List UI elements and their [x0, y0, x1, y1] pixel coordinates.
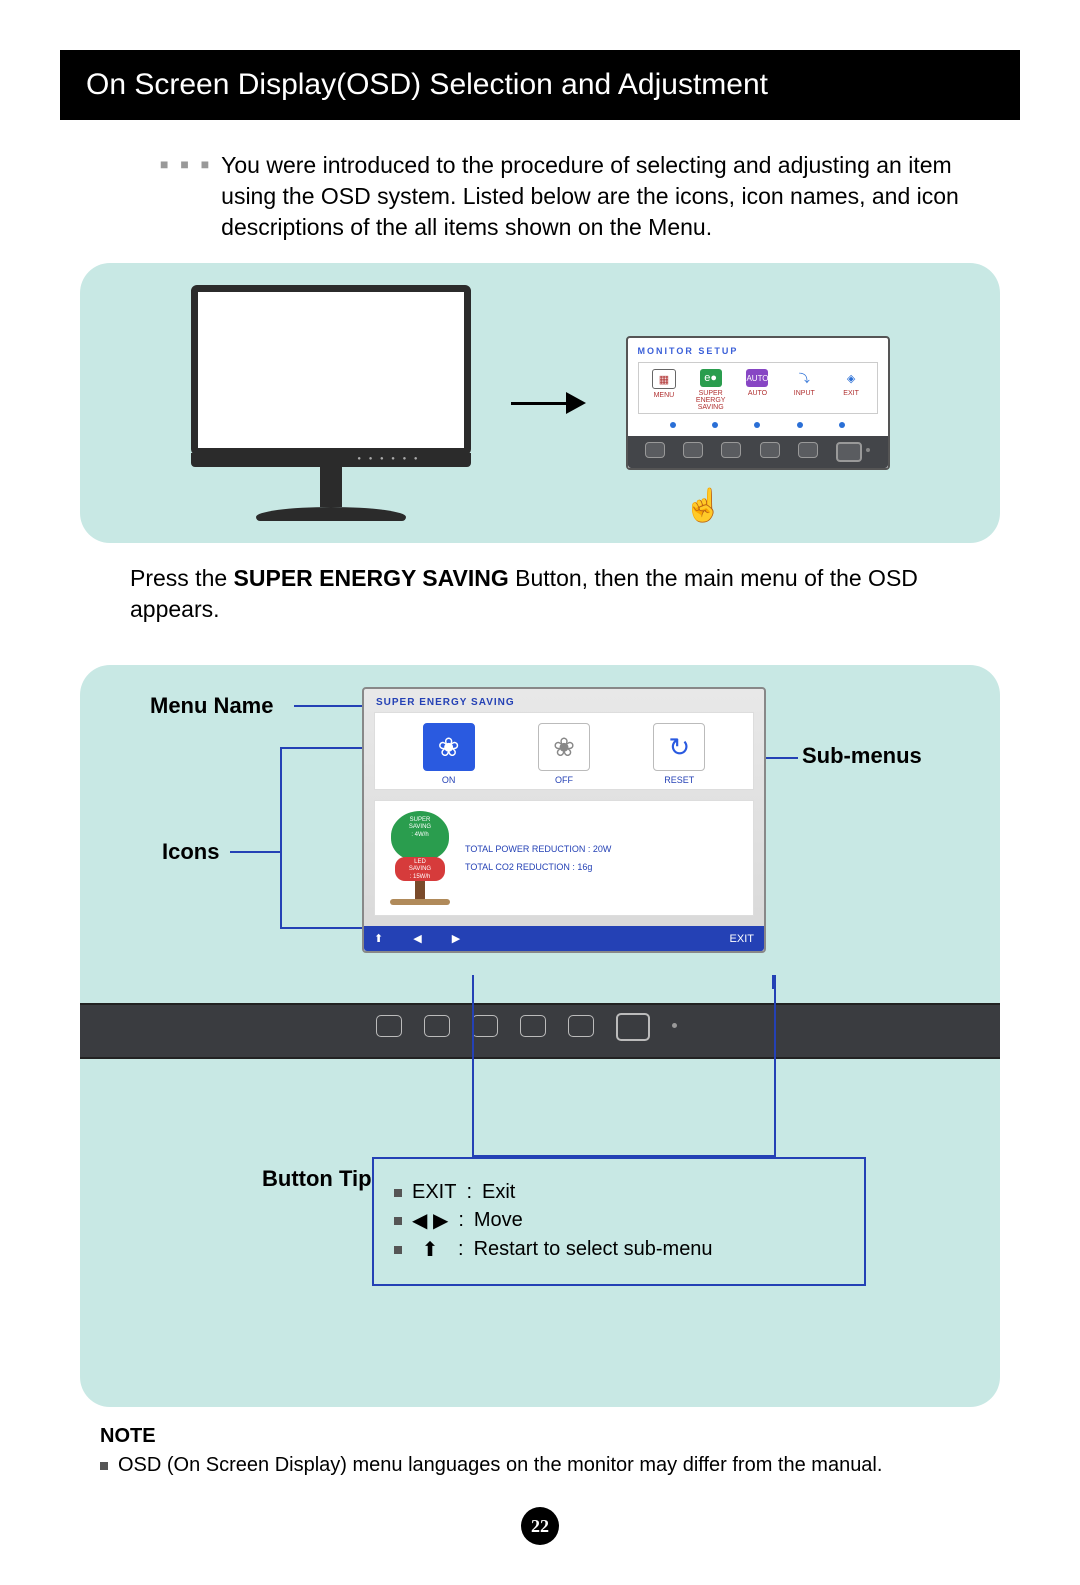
- tip-exit-desc: Exit: [482, 1181, 515, 1204]
- arrow-icon: [511, 392, 586, 414]
- submenu-off: OFF: [555, 775, 573, 785]
- page-number: 22: [521, 1507, 559, 1545]
- note-heading: NOTE: [100, 1425, 1020, 1448]
- submenu-reset: RESET: [664, 775, 694, 785]
- tip-exit-key: EXIT: [412, 1181, 456, 1204]
- button-tip-box: EXIT:Exit ◀ ▶:Move ⬆:Restart to select s…: [372, 1157, 866, 1286]
- illustration-panel-1: ● ● ● ● ● ● MONITOR SETUP ▦MENU e●SUPER …: [80, 263, 1000, 543]
- leaf-off-icon: ❀: [538, 723, 590, 771]
- finger-pointer-icon: ☝: [684, 486, 724, 524]
- popup-item-exit: EXIT: [843, 390, 859, 397]
- popup-title: MONITOR SETUP: [638, 346, 878, 356]
- osd-popup: MONITOR SETUP ▦MENU e●SUPER ENERGY SAVIN…: [626, 336, 890, 470]
- popup-item-input: INPUT: [794, 390, 815, 397]
- monitor-illustration: ● ● ● ● ● ●: [191, 285, 471, 521]
- popup-item-menu: MENU: [654, 392, 675, 399]
- page-title: On Screen Display(OSD) Selection and Adj…: [60, 50, 1020, 120]
- nav-right-icon: ▶: [452, 932, 460, 945]
- intro-text: You were introduced to the procedure of …: [221, 150, 1000, 243]
- label-sub-menus: Sub-menus: [802, 743, 922, 769]
- submenu-on: ON: [442, 775, 456, 785]
- leaf-on-icon: ❀: [423, 723, 475, 771]
- label-button-tip: Button Tip: [262, 1165, 372, 1194]
- note-text: OSD (On Screen Display) menu languages o…: [118, 1454, 882, 1477]
- nav-exit: EXIT: [730, 933, 754, 945]
- nav-up-icon: ⬆: [374, 932, 383, 945]
- tip-up-icon: ⬆: [412, 1237, 448, 1262]
- osd-menu-title: SUPER ENERGY SAVING: [364, 689, 764, 712]
- stat-co2: TOTAL CO2 REDUCTION : 16g: [465, 858, 611, 876]
- nav-left-icon: ◀: [413, 932, 421, 945]
- tip-restart-desc: Restart to select sub-menu: [474, 1238, 713, 1261]
- osd-menu-window: SUPER ENERGY SAVING ❀ ON ❀ OFF ↻ RESET SUPE…: [362, 687, 766, 953]
- label-icons: Icons: [162, 839, 219, 865]
- note-bullet-icon: [100, 1462, 108, 1470]
- intro-bullets: ■ ■ ■: [160, 150, 213, 243]
- tip-move-desc: Move: [474, 1209, 523, 1232]
- tree-icon: SUPER SAVING : 4W/h LED SAVING : 15W/h: [385, 811, 455, 905]
- illustration-panel-2: Menu Name Sub-menus Icons SUPER ENERGY S…: [80, 665, 1000, 1407]
- popup-item-ses: SUPER ENERGY SAVING: [696, 390, 726, 411]
- tip-arrows-icon: ◀ ▶: [412, 1208, 448, 1233]
- stat-power: TOTAL POWER REDUCTION : 20W: [465, 840, 611, 858]
- reset-icon: ↻: [653, 723, 705, 771]
- label-menu-name: Menu Name: [150, 693, 273, 719]
- popup-item-auto: AUTO: [748, 390, 767, 397]
- instruction-text: Press the SUPER ENERGY SAVING Button, th…: [130, 563, 950, 625]
